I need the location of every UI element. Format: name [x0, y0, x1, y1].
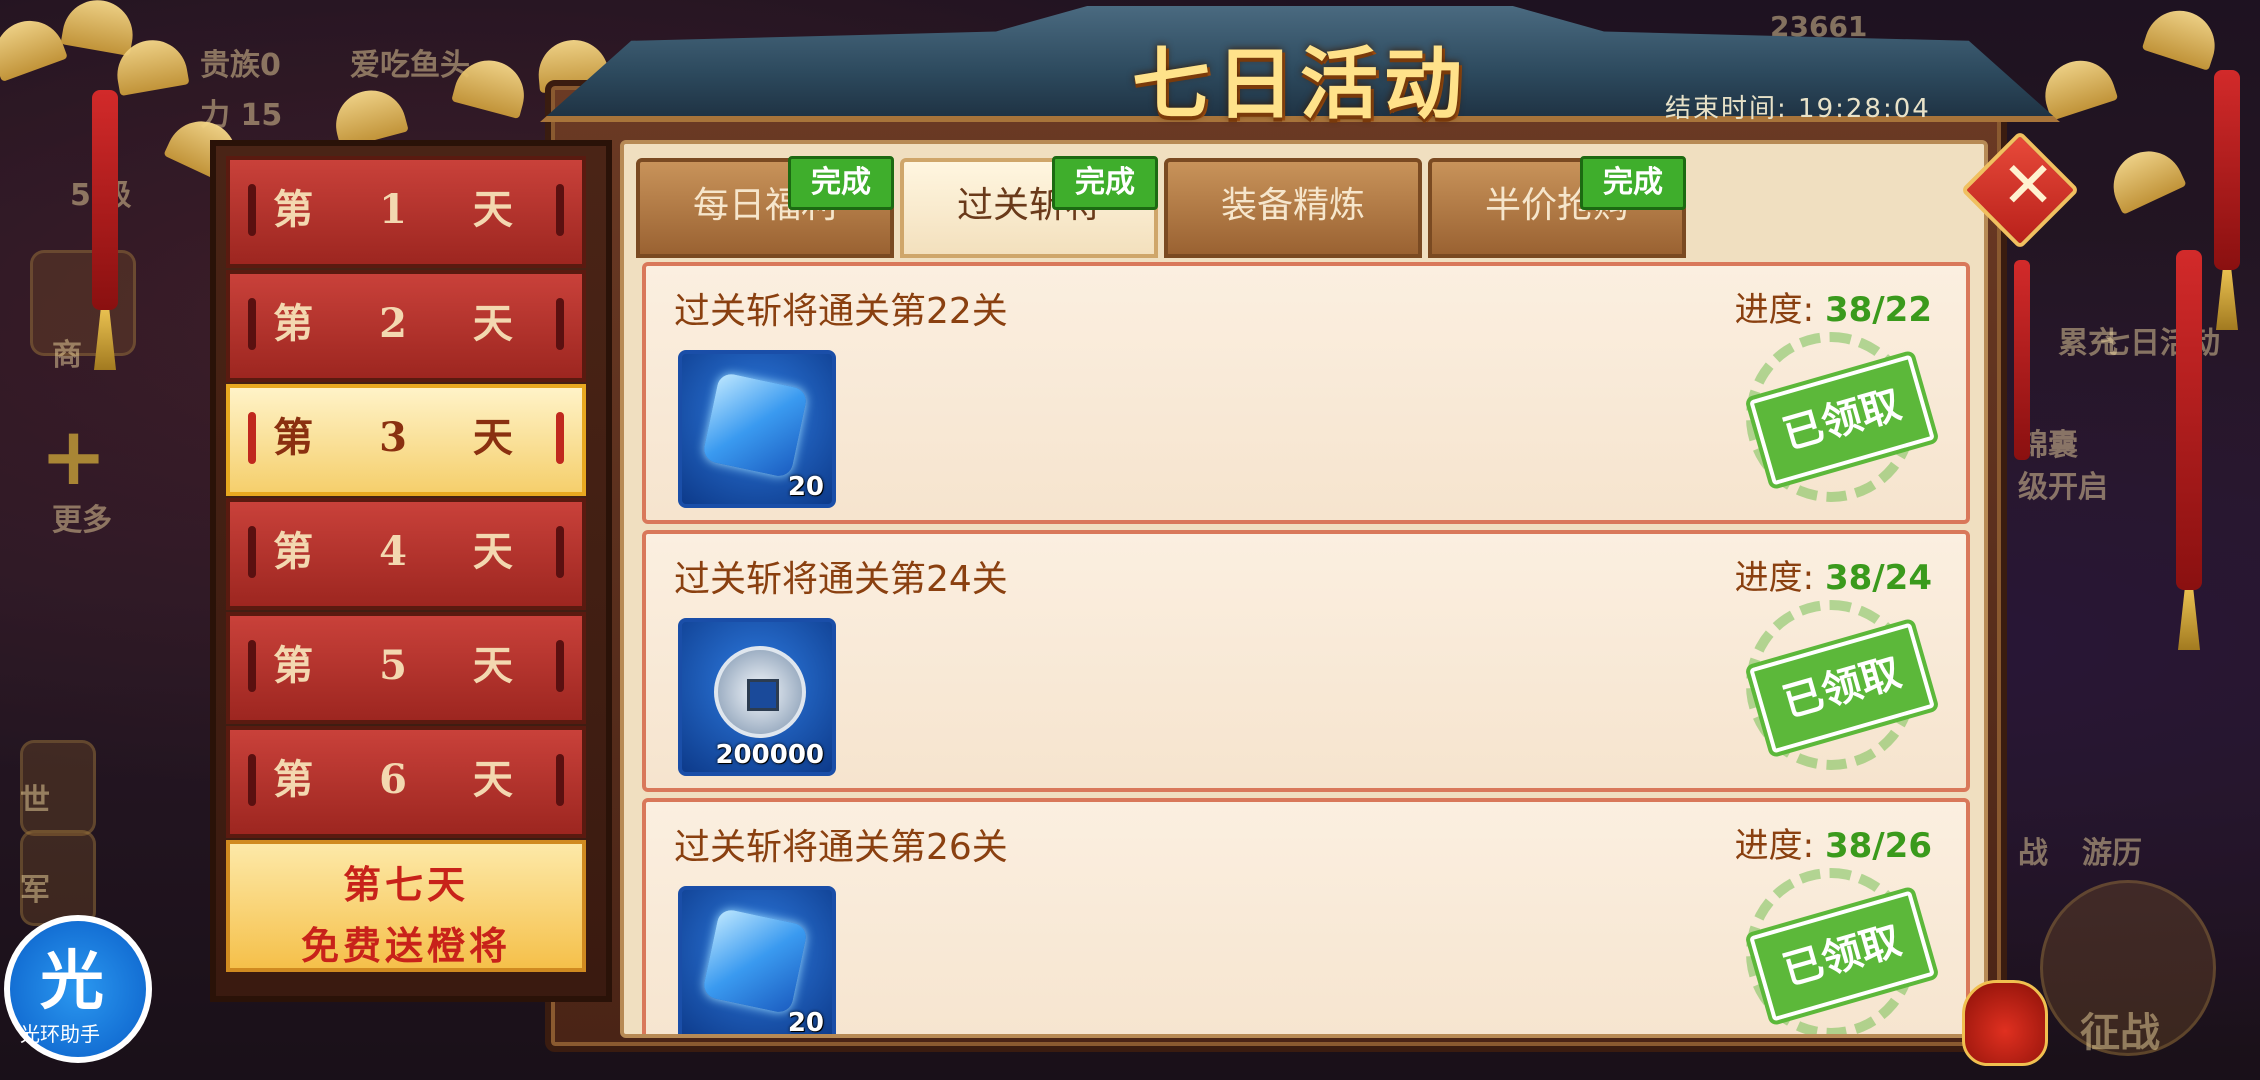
scroll-pin	[248, 184, 256, 236]
travel-label: 游历	[2082, 836, 2142, 871]
day-7-reward: 免费送橙将	[300, 923, 511, 968]
reward-item[interactable]: 200000	[678, 618, 836, 776]
done-badge: 完成	[788, 156, 894, 210]
tab-daily-welfare[interactable]: 每日福利 完成	[636, 156, 894, 258]
day-label: 第 6 天	[273, 756, 539, 803]
gem-icon	[701, 907, 809, 1015]
day-1-button[interactable]: 第 1 天	[226, 156, 586, 268]
scroll-pin	[248, 412, 256, 464]
task-card: 过关斩将通关第26关 进度: 38/26 20 已领取	[642, 798, 1970, 1038]
lantern-tassel-right-b	[2176, 250, 2202, 590]
scroll-pin	[556, 184, 564, 236]
coin-icon	[714, 646, 806, 738]
lantern-tassel-left	[92, 90, 118, 310]
task-title: 过关斩将通关第22关	[674, 291, 1008, 332]
task-title: 过关斩将通关第26关	[674, 827, 1008, 868]
task-title: 过关斩将通关第24关	[674, 559, 1008, 600]
scroll-pin	[556, 298, 564, 350]
done-badge: 完成	[1580, 156, 1686, 210]
scroll-pin	[248, 640, 256, 692]
close-icon[interactable]: ✕	[1992, 150, 2064, 222]
day-7-title: 第七天	[342, 862, 469, 907]
noble-text: 贵族0	[200, 48, 281, 83]
day-5-button[interactable]: 第 5 天	[226, 612, 586, 724]
task-card: 过关斩将通关第24关 进度: 38/24 200000 已领取	[642, 530, 1970, 792]
task-card: 过关斩将通关第22关 进度: 38/22 20 已领取	[642, 262, 1970, 524]
item-count: 200000	[715, 740, 824, 770]
progress-value: 38/24	[1824, 558, 1932, 598]
military-label: 军	[20, 873, 50, 908]
progress-label: 进度:	[1734, 826, 1815, 866]
day-2-button[interactable]: 第 2 天	[226, 270, 586, 382]
scroll-pin	[556, 754, 564, 806]
done-badge: 完成	[1052, 156, 1158, 210]
day-4-button[interactable]: 第 4 天	[226, 498, 586, 610]
day-label: 第 2 天	[273, 300, 539, 347]
day-7-button[interactable]: 第七天 免费送橙将	[226, 840, 586, 972]
seven-day-label: 七日活动	[2100, 326, 2220, 361]
close-cord	[2014, 260, 2030, 460]
more-plus-icon[interactable]: +	[40, 410, 107, 503]
task-panel: 每日福利 完成 过关斩将 完成 装备精炼 半价抢购 完成 过关斩将通关第22关 …	[620, 140, 1988, 1038]
assistant-glyph: 光	[40, 945, 104, 1019]
open-label: 级开启	[2018, 470, 2108, 505]
progress-label: 进度:	[1734, 290, 1815, 330]
tab-label: 装备精炼	[1220, 185, 1365, 226]
world-label: 世	[20, 783, 50, 818]
day-label: 第 4 天	[273, 528, 539, 575]
tab-stage-clear[interactable]: 过关斩将 完成	[900, 156, 1158, 258]
day-3-button[interactable]: 第 3 天	[226, 384, 586, 496]
player-name: 爱吃鱼头	[350, 48, 470, 83]
day-6-button[interactable]: 第 6 天	[226, 726, 586, 838]
scroll-pin	[556, 640, 564, 692]
scroll-pin	[248, 526, 256, 578]
scroll-pin	[556, 412, 564, 464]
task-progress: 进度: 38/24	[1735, 550, 1932, 599]
progress-value: 38/22	[1824, 290, 1932, 330]
task-progress: 进度: 38/22	[1735, 282, 1932, 331]
scroll-pin	[248, 754, 256, 806]
reward-item[interactable]: 20	[678, 350, 836, 508]
scroll-pin	[248, 298, 256, 350]
reward-item[interactable]: 20	[678, 886, 836, 1038]
lucky-bag-icon[interactable]	[1962, 980, 2048, 1066]
tab-half-price[interactable]: 半价抢购 完成	[1428, 156, 1686, 258]
item-count: 20	[787, 1008, 824, 1038]
assistant-label: 光环助手	[20, 1022, 100, 1046]
page-title: 七日活动	[1131, 39, 1468, 130]
task-progress: 进度: 38/26	[1735, 818, 1932, 867]
day-label: 第 5 天	[273, 642, 539, 689]
shop-icon[interactable]	[30, 250, 136, 356]
shop-label: 商	[52, 338, 82, 373]
end-time: 结束时间: 19:28:04	[1665, 94, 1931, 124]
scroll-pin	[556, 526, 564, 578]
day-label: 第 3 天	[273, 414, 539, 461]
progress-label: 进度:	[1734, 558, 1815, 598]
tab-equip-refine[interactable]: 装备精炼	[1164, 158, 1422, 258]
gem-icon	[701, 371, 809, 479]
day-label: 第 1 天	[273, 186, 539, 233]
item-count: 20	[787, 472, 824, 502]
lantern-tassel-right-a	[2214, 70, 2240, 270]
battle-label: 战	[2018, 836, 2048, 871]
more-label: 更多	[52, 503, 112, 538]
expedition-label: 征战	[2080, 1010, 2160, 1056]
progress-value: 38/26	[1824, 826, 1932, 866]
